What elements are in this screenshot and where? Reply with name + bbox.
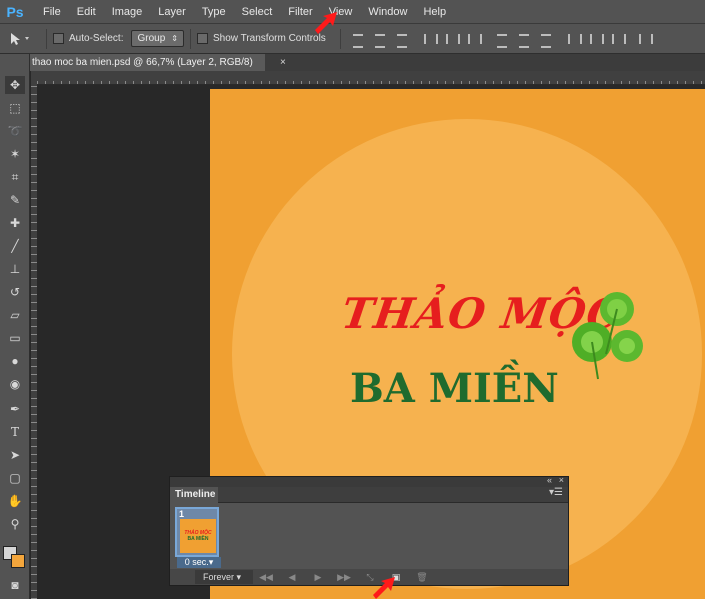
document-tab-bar: thao moc ba mien.psd @ 66,7% (Layer 2, R… [30, 54, 705, 71]
panel-header: « × [170, 475, 568, 487]
quick-mask-icon[interactable]: ◙ [5, 576, 25, 594]
align-buttons [347, 31, 655, 48]
auto-select-checkbox[interactable] [53, 33, 64, 44]
path-selection-icon[interactable]: ➤ [5, 446, 25, 464]
first-frame-icon[interactable]: ◀◀ [256, 572, 276, 583]
options-bar: Auto-Select: Group ⇕ Show Transform Cont… [0, 24, 705, 54]
gradient-tool-icon[interactable]: ▭ [5, 329, 25, 347]
crop-tool-icon[interactable]: ⌗ [5, 168, 25, 186]
collapse-icon[interactable]: « [547, 475, 552, 485]
auto-select-label: Auto-Select: [69, 33, 124, 44]
logo-text-line2: BA MIỀN [350, 365, 559, 412]
magic-wand-icon[interactable]: ✶ [5, 145, 25, 163]
photoshop-logo: Ps [6, 3, 24, 20]
auto-align-icon[interactable] [636, 31, 653, 47]
animation-frame[interactable]: 1 THẢO MỘC BA MIỀN [175, 507, 219, 557]
eyedropper-icon[interactable]: ✎ [5, 191, 25, 209]
tools-panel: ✥ ⬚ ➰ ✶ ⌗ ✎ ✚ ╱ ⊥ ↺ ▱ ▭ ● ◉ ✒ T ➤ ▢ ✋ ⚲ … [0, 54, 30, 599]
delete-frame-icon[interactable]: 🗑 [412, 572, 432, 583]
type-tool-icon[interactable]: T [5, 423, 25, 441]
play-icon[interactable]: ▶ [308, 572, 328, 583]
menu-file[interactable]: File [35, 0, 69, 24]
auto-select-dropdown[interactable]: Group ⇕ [131, 30, 184, 47]
tab-timeline[interactable]: Timeline [170, 487, 218, 503]
transform-controls-label: Show Transform Controls [212, 33, 326, 44]
transform-controls-checkbox[interactable] [196, 33, 208, 44]
menu-bar: Ps File Edit Image Layer Type Select Fil… [0, 0, 705, 24]
move-tool-icon[interactable] [0, 32, 40, 46]
distribute-left-icon[interactable] [565, 31, 582, 47]
align-hcenter-icon[interactable] [443, 31, 460, 47]
menu-window[interactable]: Window [360, 0, 415, 24]
background-color-swatch[interactable] [11, 554, 25, 568]
dropdown-arrows-icon: ⇕ [171, 34, 178, 43]
frame-number: 1 [179, 509, 185, 519]
frame-delay-select[interactable]: 0 sec.▾ [177, 557, 221, 568]
next-frame-icon[interactable]: ▶▶ [334, 572, 354, 583]
shape-tool-icon[interactable]: ▢ [5, 469, 25, 487]
red-arrow-icon [373, 577, 395, 599]
zoom-tool-icon[interactable]: ⚲ [5, 515, 25, 533]
distribute-bottom-icon[interactable] [538, 31, 554, 48]
menu-select[interactable]: Select [234, 0, 281, 24]
distribute-hcenter-icon[interactable] [587, 31, 604, 47]
marquee-tool-icon[interactable]: ⬚ [5, 99, 25, 117]
history-brush-icon[interactable]: ↺ [5, 283, 25, 301]
timeline-panel: « × Timeline ▾☰ 1 THẢO MỘC BA MIỀN 0 sec… [169, 475, 569, 586]
red-arrow-icon [315, 12, 337, 34]
align-vcenter-icon[interactable] [372, 31, 388, 48]
align-top-icon[interactable] [350, 31, 366, 48]
menu-image[interactable]: Image [104, 0, 151, 24]
align-left-icon[interactable] [421, 31, 438, 47]
divider [46, 28, 47, 49]
divider [339, 28, 341, 49]
distribute-right-icon[interactable] [609, 31, 626, 47]
vertical-ruler[interactable] [31, 85, 37, 599]
loop-options-select[interactable]: Forever ▾ [195, 570, 253, 584]
move-tool-icon[interactable]: ✥ [5, 76, 25, 94]
previous-frame-icon[interactable]: ◀ [282, 572, 302, 583]
close-panel-icon[interactable]: × [559, 475, 564, 485]
blur-tool-icon[interactable]: ● [5, 352, 25, 370]
document-tab[interactable]: thao moc ba mien.psd @ 66,7% (Layer 2, R… [30, 54, 265, 71]
menu-edit[interactable]: Edit [69, 0, 104, 24]
eraser-tool-icon[interactable]: ▱ [5, 306, 25, 324]
distribute-vcenter-icon[interactable] [516, 31, 532, 48]
brush-tool-icon[interactable]: ╱ [5, 237, 25, 255]
thumb-text-line2: BA MIỀN [187, 536, 209, 542]
stamp-tool-icon[interactable]: ⊥ [5, 260, 25, 278]
close-icon[interactable]: × [280, 54, 286, 71]
pen-tool-icon[interactable]: ✒ [5, 400, 25, 418]
horizontal-ruler[interactable] [37, 71, 705, 85]
panel-menu-icon[interactable]: ▾☰ [549, 487, 563, 498]
leaf-icon [572, 292, 643, 380]
healing-brush-icon[interactable]: ✚ [5, 214, 25, 232]
divider [189, 28, 191, 49]
hand-tool-icon[interactable]: ✋ [5, 492, 25, 510]
menu-type[interactable]: Type [194, 0, 234, 24]
menu-layer[interactable]: Layer [150, 0, 194, 24]
timeline-tab-bar: Timeline ▾☰ [170, 487, 568, 503]
dodge-tool-icon[interactable]: ◉ [5, 375, 25, 393]
timeline-controls: Forever ▾ ◀◀ ◀ ▶ ▶▶ ⤡ ▣ 🗑 [170, 569, 568, 585]
align-bottom-icon[interactable] [394, 31, 410, 48]
align-right-icon[interactable] [465, 31, 482, 47]
menu-help[interactable]: Help [415, 0, 454, 24]
lasso-tool-icon[interactable]: ➰ [5, 122, 25, 140]
frame-thumbnail: THẢO MỘC BA MIỀN [180, 519, 216, 553]
auto-select-value: Group [137, 33, 166, 44]
distribute-top-icon[interactable] [494, 31, 510, 48]
